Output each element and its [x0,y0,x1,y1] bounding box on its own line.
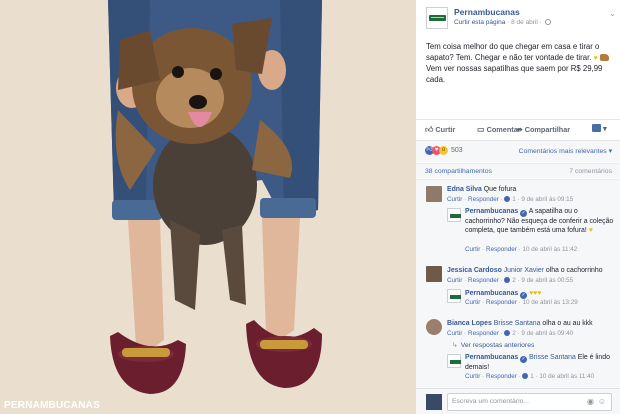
comments-count: 7 comentários [569,168,612,175]
comment-text: Edna Silva Que fofura [447,186,517,193]
wow-reaction-icon[interactable]: o [439,146,448,155]
reply-text: Pernambucanas ✓ ♥♥♥ [465,289,617,299]
like-page-link[interactable]: Curtir esta página [454,19,505,26]
comment-list: Edna Silva Que fofura Curtir · Responder… [416,179,620,387]
current-user-avatar [426,394,442,410]
reply-arrow-icon: ↳ [452,342,458,349]
comment-date[interactable]: 9 de abril às 00:55 [521,277,573,284]
comment-like-link[interactable]: Curtir [465,373,480,380]
comment-like-link[interactable]: Curtir [447,277,462,284]
like-reaction-icon [522,373,529,379]
post-date[interactable]: 8 de abril [511,19,538,26]
verified-badge-icon: ✓ [520,292,528,299]
globe-icon [544,19,551,25]
comment-meta: Curtir · Responder · 1 · 9 de abril às 0… [447,196,574,203]
shares-count-link[interactable]: 38 compartilhamentos [425,168,492,175]
brand-watermark: PERNAMBUCANAS [4,400,100,411]
reactions-bar: 👍︎ ♥ o 503 Comentários mais relevantes ▾ [416,140,620,162]
like-reaction-icon [504,330,511,336]
comment-input-placeholder: Escreva um comentário... [452,398,530,405]
comment-reply-link[interactable]: Responder [486,299,517,306]
yellow-heart-icon: ♥ [588,227,593,234]
profile-thumbnail-icon [592,124,601,132]
mention-link[interactable]: Brisse Santana [494,320,541,327]
comment-meta: Curtir · Responder · 1 · 10 de abril às … [465,373,595,380]
comment-like-link[interactable]: Curtir [465,246,480,253]
chevron-down-icon[interactable]: ⌄ [609,9,616,18]
verified-badge-icon: ✓ [520,356,528,363]
comment-text: Bianca Lopes Brisse Santana olha o au au… [447,320,593,327]
comment-like-link[interactable]: Curtir [465,299,480,306]
share-button[interactable]: ➦ Compartilhar [516,125,570,134]
page-name-link[interactable]: Pernambucanas [454,7,520,17]
commenter-name[interactable]: Pernambucanas [465,290,518,297]
verified-badge-icon: ✓ [520,210,528,217]
comment-like-link[interactable]: Curtir [447,330,462,337]
commenter-name[interactable]: Pernambucanas [465,354,518,361]
yellow-heart-icon: ♥♥♥ [529,290,542,297]
post-stats: 38 compartilhamentos 7 comentários [416,163,620,178]
comment-reply-link[interactable]: Responder [468,196,499,203]
like-reaction-icon [504,196,511,202]
commenter-name[interactable]: Pernambucanas [465,208,518,215]
post-caption-text: Tem coisa melhor do que chegar em casa e… [426,42,600,62]
smiley-icon[interactable]: ☺ [598,397,606,406]
share-arrow-icon: ➦ [516,125,523,134]
page-avatar[interactable] [447,289,461,303]
comment-date[interactable]: 10 de abril às 13:29 [522,299,577,306]
commenter-name[interactable]: Bianca Lopes [447,320,492,327]
photo-illustration [108,0,322,394]
mention-link[interactable]: Junior Xavier [504,267,544,274]
post-as-selector[interactable]: ▾ [592,124,607,133]
view-previous-replies-link[interactable]: ↳ Ver respostas anteriores [452,341,534,349]
comment-meta: Curtir · Responder · 2 · 9 de abril às 0… [447,277,574,284]
page-avatar[interactable] [426,7,448,29]
comment-reply-link[interactable]: Responder [486,246,517,253]
comment-date[interactable]: 9 de abril às 09:15 [521,196,573,203]
page-avatar[interactable] [447,208,461,222]
comment-text: Jessica Cardoso Junior Xavier olha o cac… [447,267,603,274]
comment-meta: Curtir · Responder · 2 · 9 de abril às 0… [447,330,574,337]
comment-date[interactable]: 10 de abril às 11:42 [522,246,577,253]
reply-text: Pernambucanas ✓ Brisse Santana Ele é lin… [465,354,610,371]
yellow-heart-icon: ♥ [593,54,598,62]
speech-bubble-icon: ▭ [477,125,485,134]
like-button[interactable]: 👍︎ Curtir [425,125,455,135]
reply-text: Pernambucanas ✓ A sapatilha ou o cachorr… [465,208,614,234]
post-caption: Tem coisa melhor do que chegar em casa e… [426,42,614,85]
comment-like-link[interactable]: Curtir [447,196,462,203]
post-photo[interactable]: PERNAMBUCANAS [0,0,415,414]
post-side-panel: Pernambucanas Curtir esta página · 8 de … [415,0,620,414]
commenter-name[interactable]: Edna Silva [447,186,482,193]
comment-reply-link[interactable]: Responder [468,330,499,337]
mention-link[interactable]: Brisse Santana [529,354,576,361]
comment-button[interactable]: ▭ Comentar [477,125,521,134]
comment-sort-dropdown[interactable]: Comentários mais relevantes ▾ [519,147,612,155]
camera-icon[interactable]: ◉ [587,397,594,406]
post-header: Pernambucanas Curtir esta página · 8 de … [426,7,616,33]
brand-logo-icon [428,15,446,21]
comment-date[interactable]: 10 de abril às 11:40 [539,373,594,380]
post-meta: Curtir esta página · 8 de abril · [454,19,551,26]
like-reaction-icon [504,277,511,283]
avatar[interactable] [426,319,442,335]
avatar[interactable] [426,186,442,202]
comment-reply-link[interactable]: Responder [486,373,517,380]
comment-meta: Curtir · Responder · 10 de abril às 13:2… [465,299,578,306]
avatar[interactable] [426,266,442,282]
comment-input[interactable]: Escreva um comentário... ◉ ☺ [447,393,612,411]
post-caption-text-2: Vem ver nossas sapatilhas que saem por R… [426,64,603,84]
thumbs-up-icon: 👍︎ [425,125,434,134]
page-avatar[interactable] [447,354,461,368]
comment-composer: Escreva um comentário... ◉ ☺ [416,388,620,414]
reaction-count[interactable]: 503 [451,147,463,154]
comment-reply-link[interactable]: Responder [468,277,499,284]
commenter-name[interactable]: Jessica Cardoso [447,267,502,274]
comment-date[interactable]: 9 de abril às 09:40 [521,330,573,337]
post-actions: 👍︎ Curtir ▭ Comentar ➦ Compartilhar ▾ [416,119,620,139]
comment-meta: Curtir · Responder · 10 de abril às 11:4… [465,246,578,253]
shoe-emoji-icon [599,53,609,61]
